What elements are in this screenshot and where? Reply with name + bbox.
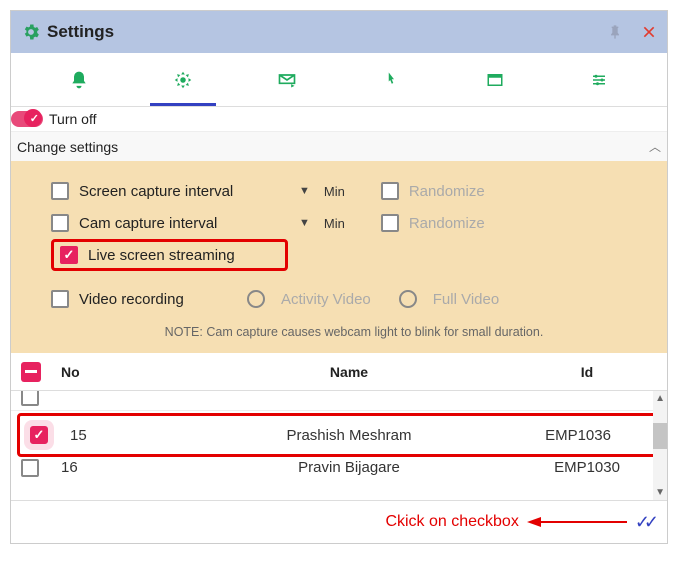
row-name: Pravin Bijagare [181,459,517,476]
randomize-screen-label: Randomize [409,183,485,200]
annotation-text: Ckick on checkbox [385,513,518,531]
activity-video-label: Activity Video [281,291,371,308]
row-id: EMP1030 [517,459,657,476]
scroll-thumb[interactable] [653,423,667,449]
cam-capture-label: Cam capture interval [79,215,289,232]
full-video-radio[interactable] [399,290,417,308]
scroll-up-icon[interactable]: ▲ [655,393,665,404]
scroll-down-icon[interactable]: ▼ [655,487,665,498]
select-all-checkbox[interactable] [21,362,41,382]
tab-camera[interactable] [131,53,235,106]
tab-pointer[interactable] [339,53,443,106]
titlebar: Settings [11,11,667,53]
full-video-label: Full Video [433,291,499,308]
row-no: 16 [61,459,181,476]
highlight-annotation: ✓ Live screen streaming [51,239,288,271]
confirm-icon[interactable]: ✓✓ [635,512,653,533]
live-stream-label: Live screen streaming [88,247,235,264]
footer: Ckick on checkbox ✓✓ [11,501,667,543]
row-id: EMP1036 [508,427,648,444]
table-header: No Name Id [11,353,667,391]
arrow-annotation [527,512,627,532]
turn-off-label: Turn off [49,111,96,127]
turn-off-toggle[interactable]: ✓ [11,111,43,127]
col-name: Name [181,364,517,380]
randomize-cam-label: Randomize [409,215,485,232]
close-icon[interactable] [641,24,657,40]
window-title: Settings [47,22,114,42]
live-stream-checkbox[interactable]: ✓ [60,246,78,264]
scrollbar[interactable]: ▲ ▼ [653,391,667,500]
cam-capture-checkbox[interactable] [51,214,69,232]
note-text: NOTE: Cam capture causes webcam light to… [51,315,657,343]
screen-capture-label: Screen capture interval [79,183,289,200]
row-checkbox[interactable]: ✓ [30,426,48,444]
video-recording-checkbox[interactable] [51,290,69,308]
chevron-up-icon: ︿ [649,138,661,155]
row-name: Prashish Meshram [190,427,508,444]
employee-table: No Name Id ▲ ▼ ✓ 15 Prashish Meshram EMP… [11,353,667,543]
screen-capture-checkbox[interactable] [51,182,69,200]
activity-video-radio[interactable] [247,290,265,308]
randomize-screen-checkbox[interactable] [381,182,399,200]
section-header[interactable]: Change settings ︿ [11,131,667,161]
tab-sliders[interactable] [547,53,651,106]
tab-window[interactable] [443,53,547,106]
table-row[interactable]: 16 Pravin Bijagare EMP1030 [11,459,667,479]
unit-label: Min [324,216,345,231]
table-row[interactable] [11,391,667,411]
col-no: No [61,364,181,380]
dropdown-icon[interactable]: ▼ [299,185,310,197]
section-title: Change settings [17,139,118,155]
gear-icon [21,22,41,42]
row-no: 15 [70,427,190,444]
row-checkbox[interactable] [21,391,39,406]
video-recording-label: Video recording [79,291,219,308]
randomize-cam-checkbox[interactable] [381,214,399,232]
unit-label: Min [324,184,345,199]
row-checkbox[interactable] [21,459,39,477]
settings-window: Settings ✓ Turn [10,10,668,544]
settings-body: Screen capture interval ▼ Min Randomize … [11,161,667,353]
tab-email[interactable] [235,53,339,106]
toggle-row: ✓ Turn off [11,107,667,131]
col-id: Id [517,364,657,380]
table-row[interactable]: ✓ 15 Prashish Meshram EMP1036 [17,413,661,457]
dropdown-icon[interactable]: ▼ [299,217,310,229]
tabbar [11,53,667,107]
pin-icon[interactable] [607,24,623,40]
tab-notifications[interactable] [27,53,131,106]
